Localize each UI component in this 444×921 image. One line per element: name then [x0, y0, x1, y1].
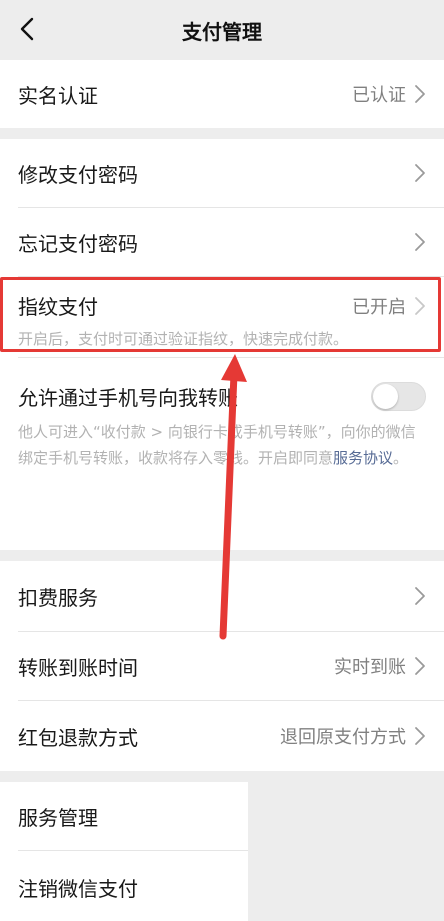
- phone-transfer-desc-end: 。: [393, 449, 409, 467]
- page-title: 支付管理: [182, 19, 262, 44]
- section-gap: [0, 771, 444, 782]
- modify-password-label: 修改支付密码: [18, 162, 138, 187]
- group-manage: 服务管理 注销微信支付: [0, 782, 444, 921]
- chevron-right-icon: [415, 727, 425, 745]
- chevron-right-icon: [415, 587, 425, 605]
- red-packet-refund-label: 红包退款方式: [18, 725, 138, 750]
- service-manage-label: 服务管理: [18, 805, 98, 830]
- deduction-label: 扣费服务: [18, 585, 98, 610]
- forgot-password-label: 忘记支付密码: [18, 231, 138, 256]
- transfer-time-status: 实时到账: [334, 657, 406, 678]
- back-button[interactable]: [10, 12, 44, 46]
- fingerprint-description: 开启后，支付时可通过验证指纹，快速完成付款。: [18, 330, 349, 348]
- fingerprint-value: 已开启: [352, 293, 426, 319]
- phone-transfer-toggle[interactable]: [371, 382, 426, 411]
- chevron-right-icon: [415, 85, 425, 103]
- real-name-status: 已认证: [352, 85, 406, 106]
- real-name-row[interactable]: 实名认证 已认证: [0, 60, 444, 128]
- chevron-right-icon: [415, 164, 425, 182]
- forgot-password-value: [406, 232, 426, 252]
- fingerprint-label: 指纹支付: [18, 295, 98, 319]
- real-name-label: 实名认证: [18, 83, 98, 108]
- service-manage-row[interactable]: 服务管理: [0, 782, 248, 850]
- chevron-right-icon: [415, 296, 425, 315]
- forgot-password-row[interactable]: 忘记支付密码: [0, 208, 444, 276]
- modify-password-row[interactable]: 修改支付密码: [0, 139, 444, 207]
- red-packet-refund-value: 退回原支付方式: [280, 723, 426, 749]
- transfer-time-row[interactable]: 转账到账时间 实时到账: [0, 632, 444, 700]
- chevron-right-icon: [415, 657, 425, 675]
- red-packet-refund-status: 退回原支付方式: [280, 727, 406, 748]
- toggle-knob: [373, 384, 398, 409]
- service-agreement-link[interactable]: 服务协议: [333, 449, 393, 467]
- red-packet-refund-row[interactable]: 红包退款方式 退回原支付方式: [0, 701, 444, 771]
- section-gap: [0, 128, 444, 139]
- fingerprint-row[interactable]: 指纹支付 已开启 开启后，支付时可通过验证指纹，快速完成付款。: [0, 277, 444, 357]
- cancel-pay-row[interactable]: 注销微信支付: [0, 851, 248, 921]
- group-real-name: 实名认证 已认证: [0, 60, 444, 128]
- deduction-value: [406, 586, 426, 606]
- fingerprint-status: 已开启: [352, 296, 406, 318]
- arrow-up-icon: [219, 354, 247, 640]
- real-name-value: 已认证: [352, 81, 426, 107]
- modify-password-value: [406, 163, 426, 183]
- chevron-right-icon: [415, 233, 425, 251]
- cancel-pay-label: 注销微信支付: [18, 876, 138, 901]
- transfer-time-value: 实时到账: [334, 653, 426, 679]
- transfer-time-label: 转账到账时间: [18, 655, 138, 680]
- navbar: 支付管理: [0, 0, 444, 60]
- chevron-left-icon: [20, 17, 34, 41]
